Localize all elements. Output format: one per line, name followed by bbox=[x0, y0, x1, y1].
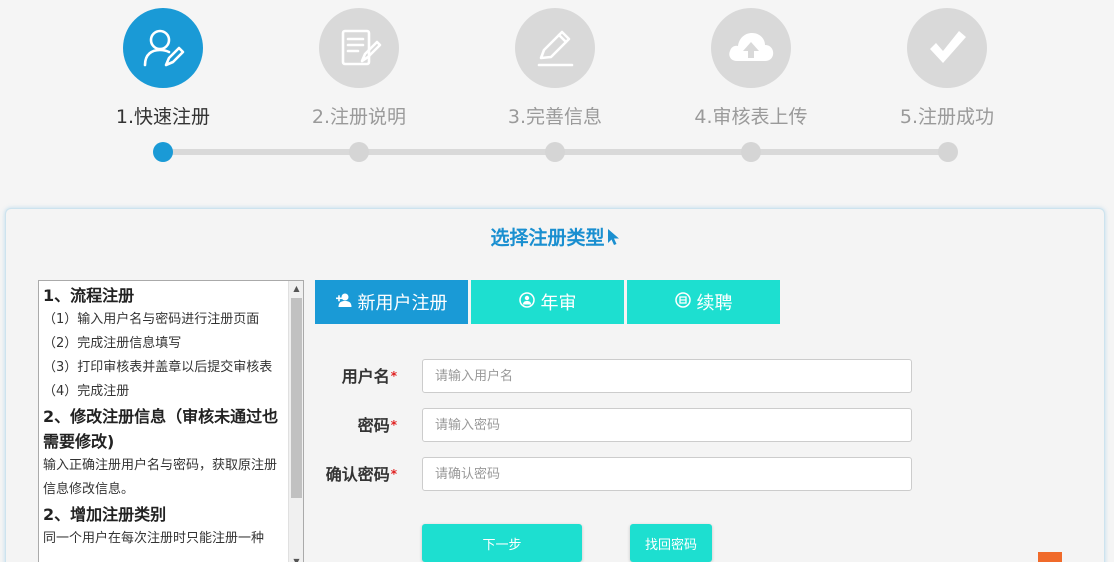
username-input[interactable] bbox=[422, 359, 912, 393]
step-label: 5.注册成功 bbox=[899, 106, 995, 128]
password-label-text: 密码 bbox=[357, 416, 390, 435]
password-label: 密码* bbox=[315, 408, 397, 443]
registration-stepper: 1.快速注册 2.注册说明 3.完善信息 4.审核表上传 5.注册成功 bbox=[0, 0, 1114, 190]
checkmark-icon bbox=[907, 8, 987, 88]
scrollbar-thumb[interactable] bbox=[291, 298, 302, 498]
confirm-password-label-text: 确认密码 bbox=[325, 465, 390, 484]
username-row: 用户名* bbox=[315, 359, 915, 393]
instructions-heading: 1、流程注册 bbox=[43, 286, 135, 305]
step-dot bbox=[349, 142, 369, 162]
step-label: 2.注册说明 bbox=[311, 106, 407, 128]
floating-widget-tab[interactable] bbox=[1038, 552, 1062, 562]
instructions-content: 1、流程注册 （1）输入用户名与密码进行注册页面 （2）完成注册信息填写 （3）… bbox=[39, 281, 289, 551]
username-label-text: 用户名 bbox=[341, 367, 390, 386]
instructions-text: （1）输入用户名与密码进行注册页面 bbox=[43, 312, 260, 327]
instructions-text: （3）打印审核表并盖章以后提交审核表 bbox=[43, 360, 273, 375]
step-dot bbox=[545, 142, 565, 162]
confirm-password-label: 确认密码* bbox=[315, 457, 397, 492]
scroll-down-icon[interactable]: ▼ bbox=[289, 554, 303, 562]
step-upload-form: 4.审核表上传 bbox=[671, 8, 831, 129]
step-dot bbox=[153, 142, 173, 162]
pencil-icon bbox=[515, 8, 595, 88]
tab-label: 年审 bbox=[540, 293, 577, 314]
step-quick-register: 1.快速注册 bbox=[83, 8, 243, 129]
confirm-password-row: 确认密码* bbox=[315, 457, 915, 491]
tab-label: 新用户注册 bbox=[357, 293, 448, 314]
cloud-upload-icon bbox=[711, 8, 791, 88]
audit-icon bbox=[518, 291, 535, 313]
required-mark: * bbox=[390, 467, 397, 481]
instructions-heading: 2、增加注册类别 bbox=[43, 505, 167, 524]
add-user-icon bbox=[335, 292, 352, 313]
next-step-button[interactable]: 下一步 bbox=[422, 524, 582, 562]
required-mark: * bbox=[390, 418, 397, 432]
renew-icon bbox=[674, 291, 691, 313]
username-label: 用户名* bbox=[315, 359, 397, 394]
instructions-text: 同一个用户在每次注册时只能注册一种 bbox=[43, 531, 265, 546]
instructions-text: （4）完成注册 bbox=[43, 384, 130, 399]
required-mark: * bbox=[390, 369, 397, 383]
confirm-password-input[interactable] bbox=[422, 457, 912, 491]
password-row: 密码* bbox=[315, 408, 915, 442]
tab-renewal[interactable]: 续聘 bbox=[627, 280, 780, 324]
panel-title: 选择注册类型 bbox=[6, 223, 1104, 251]
instructions-heading: 2、修改注册信息（审核未通过也需要修改) bbox=[43, 407, 279, 451]
instructions-box[interactable]: 1、流程注册 （1）输入用户名与密码进行注册页面 （2）完成注册信息填写 （3）… bbox=[38, 280, 304, 562]
tab-new-user[interactable]: 新用户注册 bbox=[315, 280, 468, 324]
step-dot bbox=[938, 142, 958, 162]
step-complete-info: 3.完善信息 bbox=[475, 8, 635, 129]
step-label: 4.审核表上传 bbox=[694, 106, 808, 128]
password-input[interactable] bbox=[422, 408, 912, 442]
instructions-text: （2）完成注册信息填写 bbox=[43, 336, 182, 351]
user-edit-icon bbox=[123, 8, 203, 88]
scroll-up-icon[interactable]: ▲ bbox=[289, 281, 303, 296]
pointer-icon bbox=[607, 228, 620, 251]
step-register-success: 5.注册成功 bbox=[867, 8, 1027, 129]
step-dot bbox=[741, 142, 761, 162]
instructions-text: 输入正确注册用户名与密码，获取原注册信息修改信息。 bbox=[43, 458, 278, 497]
step-label: 3.完善信息 bbox=[507, 106, 603, 128]
step-instructions: 2.注册说明 bbox=[279, 8, 439, 129]
step-label: 1.快速注册 bbox=[115, 106, 211, 128]
tab-annual-review[interactable]: 年审 bbox=[471, 280, 624, 324]
registration-panel: 选择注册类型 1、流程注册 （1）输入用户名与密码进行注册页面 （2）完成注册信… bbox=[5, 208, 1105, 562]
instructions-scrollbar[interactable]: ▲ ▼ bbox=[288, 281, 303, 562]
panel-title-text: 选择注册类型 bbox=[490, 227, 605, 249]
document-icon bbox=[319, 8, 399, 88]
registration-type-tabs: 新用户注册 年审 续聘 bbox=[315, 280, 780, 324]
recover-password-button[interactable]: 找回密码 bbox=[630, 524, 712, 562]
tab-label: 续聘 bbox=[696, 293, 733, 314]
